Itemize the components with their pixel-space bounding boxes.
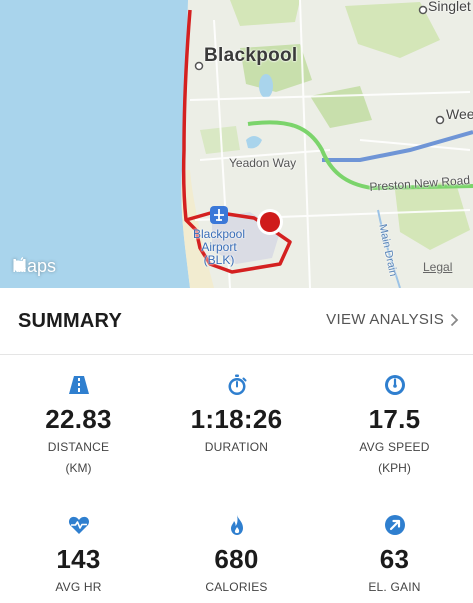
flame-icon [230, 515, 243, 535]
stat-value: 22.83 [45, 404, 112, 434]
stat-label: DISTANCE [47, 440, 110, 454]
map-label-north: Singlet [428, 0, 471, 14]
chevron-right-icon [450, 313, 459, 326]
view-analysis-button[interactable]: VIEW ANALYSIS [326, 311, 459, 328]
stat-distance: 22.83 DISTANCE (KM) [0, 374, 157, 475]
apple-maps-badge: Maps [12, 256, 56, 277]
elevation-arrow-icon [384, 515, 405, 535]
map-label-yeadon-way: Yeadon Way [229, 156, 297, 170]
stat-el-gain: 63 EL. GAIN [316, 514, 473, 594]
stopwatch-icon [228, 374, 246, 395]
route-map[interactable]: Singlet Blackpool Wee Yeadon Way Preston… [0, 0, 473, 288]
heart-rate-icon [68, 516, 89, 534]
stat-value: 1:18:26 [190, 404, 283, 434]
stat-duration: 1:18:26 DURATION [158, 374, 315, 461]
stat-avg-hr: 143 AVG HR [0, 514, 157, 594]
stat-value: 143 [56, 544, 101, 574]
speedometer-icon [384, 375, 405, 395]
legal-link[interactable]: Legal [423, 260, 452, 274]
stat-label: AVG HR [55, 580, 102, 594]
summary-title: SUMMARY [18, 310, 122, 332]
road-icon [68, 376, 89, 394]
stats-grid: 22.83 DISTANCE (KM) 1:18:26 DURATION 17.… [0, 355, 473, 603]
stat-label: CALORIES [205, 580, 268, 594]
map-label-east: Wee [446, 106, 473, 122]
map-label-airport: Blackpool Airport (BLK) [192, 227, 246, 267]
stat-unit: (KM) [65, 461, 92, 475]
stat-calories: 680 CALORIES [158, 514, 315, 594]
stat-unit: (KPH) [378, 461, 411, 475]
view-analysis-label: VIEW ANALYSIS [326, 311, 444, 328]
stat-label: DURATION [204, 440, 269, 454]
stat-value: 63 [379, 544, 410, 574]
stat-avg-speed: 17.5 AVG SPEED (KPH) [316, 374, 473, 475]
summary-header: SUMMARY VIEW ANALYSIS [0, 288, 473, 355]
stat-value: 17.5 [368, 404, 421, 434]
apple-logo-icon [13, 257, 26, 272]
map-label-city: Blackpool [204, 45, 298, 66]
stat-value: 680 [214, 544, 259, 574]
stat-label: AVG SPEED [359, 440, 430, 454]
stat-label: EL. GAIN [368, 580, 421, 594]
